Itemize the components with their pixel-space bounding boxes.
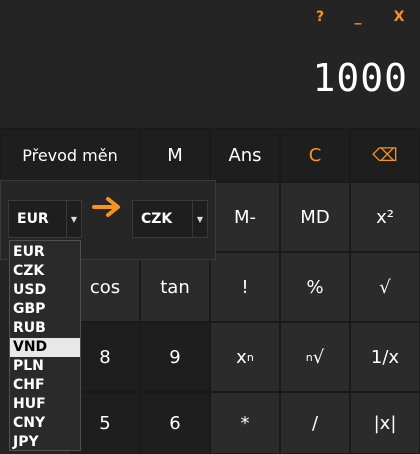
root-index: n (305, 350, 313, 364)
title-bar: ? _ X (0, 0, 420, 34)
clear-button[interactable]: C (280, 128, 350, 182)
digit-9-button[interactable]: 9 (140, 322, 210, 392)
help-button[interactable]: ? (308, 6, 332, 28)
to-currency-value: CZK (141, 211, 173, 227)
to-currency-select[interactable]: CZK ▼ (132, 200, 208, 238)
digit-6-button[interactable]: 6 (140, 392, 210, 454)
nth-root-button[interactable]: n √ (280, 322, 350, 392)
dropdown-option[interactable]: USD (10, 281, 80, 300)
minimize-button[interactable]: _ (346, 6, 370, 28)
memory-button[interactable]: M (140, 128, 210, 182)
dropdown-option[interactable]: CHF (10, 376, 80, 395)
dropdown-option[interactable]: PLN (10, 357, 80, 376)
from-currency-value: EUR (17, 211, 49, 227)
dropdown-option[interactable]: VND (10, 338, 80, 357)
root-sign: √ (312, 346, 325, 368)
power-exponent: n (246, 350, 254, 364)
sqrt-button[interactable]: √ (350, 252, 420, 322)
multiply-button[interactable]: * (210, 392, 280, 454)
square-button[interactable]: x² (350, 182, 420, 252)
dropdown-option[interactable]: CZK (10, 262, 80, 281)
currency-conversion-button[interactable]: Převod měn (0, 128, 140, 182)
tan-button[interactable]: tan (140, 252, 210, 322)
dropdown-option[interactable]: CNY (10, 414, 80, 433)
dropdown-option[interactable]: RUB (10, 319, 80, 338)
arrow-right-icon (92, 197, 120, 217)
dropdown-option[interactable]: EUR (10, 243, 80, 262)
result-display: 1000 (312, 56, 408, 100)
power-base: x (236, 346, 247, 368)
reciprocal-button[interactable]: 1/x (350, 322, 420, 392)
backspace-button[interactable]: ⌫ (350, 128, 420, 182)
memory-minus-button[interactable]: M- (210, 182, 280, 252)
close-button[interactable]: X (387, 6, 411, 28)
memory-delete-button[interactable]: MD (280, 182, 350, 252)
from-currency-select[interactable]: EUR ▼ (8, 200, 82, 238)
power-button[interactable]: xn (210, 322, 280, 392)
chevron-down-icon[interactable]: ▼ (66, 201, 81, 237)
chevron-down-icon[interactable]: ▼ (192, 201, 207, 237)
dropdown-option[interactable]: JPY (10, 433, 80, 452)
dropdown-option[interactable]: HUF (10, 395, 80, 414)
divide-button[interactable]: / (280, 392, 350, 454)
currency-dropdown-list[interactable]: EUR CZK USD GBP RUB VND PLN CHF HUF CNY JPY (9, 240, 81, 451)
percent-button[interactable]: % (280, 252, 350, 322)
factorial-button[interactable]: ! (210, 252, 280, 322)
ans-button[interactable]: Ans (210, 128, 280, 182)
dropdown-option[interactable]: GBP (10, 300, 80, 319)
absolute-value-button[interactable]: |x| (350, 392, 420, 454)
